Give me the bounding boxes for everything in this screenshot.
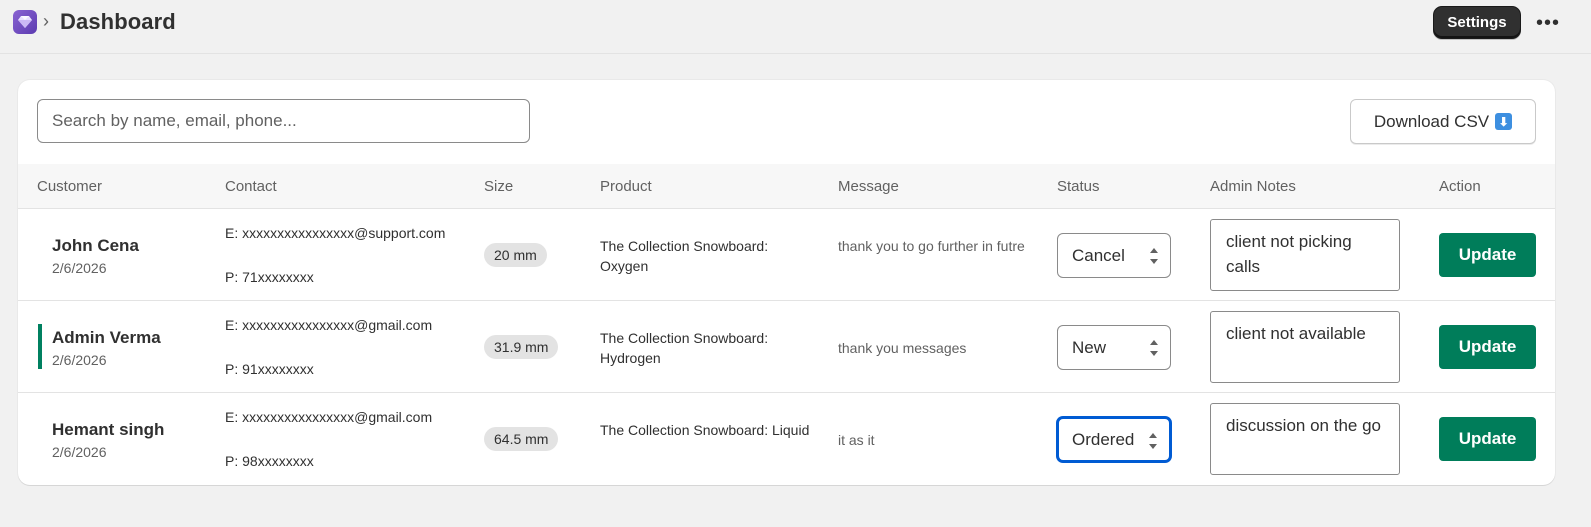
contact-email: E: xxxxxxxxxxxxxxxx@support.com <box>225 225 446 241</box>
update-button[interactable]: Update <box>1439 325 1536 369</box>
settings-button[interactable]: Settings <box>1433 6 1521 39</box>
status-value: New <box>1072 337 1107 357</box>
status-select[interactable]: Ordered <box>1057 417 1171 462</box>
customer-date: 2/6/2026 <box>52 352 107 368</box>
page-title: Dashboard <box>60 9 176 34</box>
download-csv-button[interactable]: Download CSV ⬇ <box>1350 99 1536 144</box>
row-highlight-bar <box>38 324 42 369</box>
status-select[interactable]: New <box>1057 325 1171 370</box>
column-header-product: Product <box>600 178 652 195</box>
size-badge: 31.9 mm <box>484 335 559 359</box>
select-chevron-icon <box>1150 340 1158 356</box>
product-name: The Collection Snowboard: Oxygen <box>600 238 769 274</box>
customer-message: it as it <box>838 432 875 448</box>
size-badge: 64.5 mm <box>484 427 559 451</box>
more-actions-icon[interactable]: ••• <box>1534 9 1562 37</box>
update-button[interactable]: Update <box>1439 233 1536 277</box>
status-value: Ordered <box>1072 429 1135 449</box>
column-header-admin-notes: Admin Notes <box>1210 178 1296 195</box>
size-badge: 20 mm <box>484 243 547 267</box>
table-row: Hemant singh 2/6/2026 E: xxxxxxxxxxxxxxx… <box>18 393 1555 485</box>
top-bar: › Dashboard Settings ••• <box>0 0 1591 54</box>
select-chevron-icon <box>1150 248 1158 264</box>
download-csv-label: Download CSV <box>1373 111 1490 131</box>
contact-phone: P: 98xxxxxxxx <box>225 453 314 469</box>
contact-email: E: xxxxxxxxxxxxxxxx@gmail.com <box>225 409 433 425</box>
customer-message: thank you messages <box>838 340 967 356</box>
customer-name: John Cena <box>52 236 139 255</box>
table-row: Admin Verma 2/6/2026 E: xxxxxxxxxxxxxxxx… <box>18 301 1555 393</box>
contact-email: E: xxxxxxxxxxxxxxxx@gmail.com <box>225 317 433 333</box>
column-header-contact: Contact <box>225 178 277 195</box>
column-header-message: Message <box>838 178 899 195</box>
column-header-status: Status <box>1057 178 1100 195</box>
contact-phone: P: 71xxxxxxxx <box>225 269 314 285</box>
gem-icon-glyph <box>18 16 32 28</box>
table-header: Customer Contact Size Product Message St… <box>18 164 1555 209</box>
column-header-customer: Customer <box>37 178 103 195</box>
table-row: John Cena 2/6/2026 E: xxxxxxxxxxxxxxxx@s… <box>18 209 1555 301</box>
admin-notes-input[interactable]: client not picking calls <box>1210 219 1400 291</box>
customer-name: Hemant singh <box>52 420 165 439</box>
search-input[interactable] <box>37 99 530 143</box>
update-button[interactable]: Update <box>1439 417 1536 461</box>
customer-date: 2/6/2026 <box>52 260 107 276</box>
product-name: The Collection Snowboard: Liquid <box>600 422 810 438</box>
product-name: The Collection Snowboard: Hydrogen <box>600 330 769 366</box>
customer-date: 2/6/2026 <box>52 444 107 460</box>
column-header-size: Size <box>484 178 514 195</box>
gem-icon[interactable] <box>13 10 37 34</box>
status-select[interactable]: Cancel <box>1057 233 1171 278</box>
contact-phone: P: 91xxxxxxxx <box>225 361 314 377</box>
select-chevron-icon <box>1149 433 1157 449</box>
customer-name: Admin Verma <box>52 328 161 347</box>
down-arrow-emoji-icon: ⬇ <box>1495 113 1513 130</box>
column-header-action: Action <box>1439 178 1481 195</box>
customer-message: thank you to go further in futre <box>838 238 1025 254</box>
status-value: Cancel <box>1072 245 1125 265</box>
admin-notes-input[interactable]: discussion on the go <box>1210 403 1400 475</box>
orders-card: Download CSV ⬇ Customer Contact Size Pro… <box>18 80 1555 485</box>
admin-notes-input[interactable]: client not available <box>1210 311 1400 383</box>
breadcrumb-separator: › <box>43 11 49 31</box>
